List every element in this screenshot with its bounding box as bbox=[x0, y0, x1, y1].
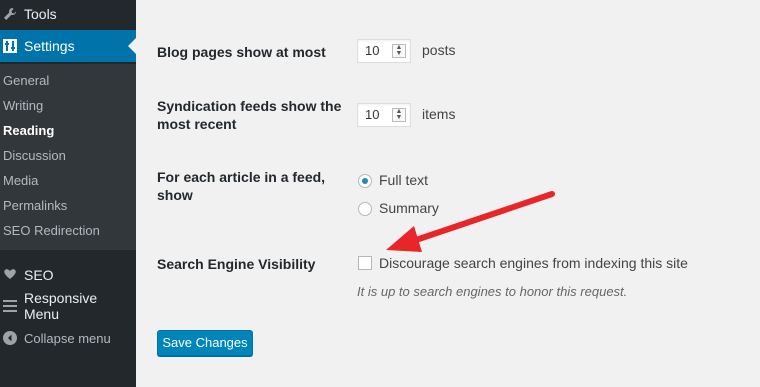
submenu-seo-redirection[interactable]: SEO Redirection bbox=[0, 218, 136, 243]
submenu-discussion[interactable]: Discussion bbox=[0, 143, 136, 168]
seo-icon bbox=[0, 268, 20, 282]
settings-icon bbox=[0, 39, 20, 53]
hamburger-icon bbox=[0, 300, 20, 312]
annotation-arrow-icon bbox=[386, 191, 555, 252]
syndication-label-line1: Syndication feeds show the bbox=[157, 98, 342, 114]
blog-pages-label: Blog pages show at most bbox=[157, 44, 326, 60]
spinner-icon[interactable]: ▲ ▼ bbox=[392, 44, 406, 58]
blog-pages-value: 10 bbox=[365, 43, 380, 58]
submenu-reading[interactable]: Reading bbox=[0, 118, 136, 143]
blog-pages-unit: posts bbox=[422, 42, 456, 58]
collapse-menu[interactable]: Collapse menu bbox=[0, 322, 136, 354]
syndication-label-line2: most recent bbox=[157, 116, 237, 132]
wrench-icon bbox=[0, 7, 20, 21]
discourage-search-checkbox[interactable] bbox=[358, 256, 372, 270]
menu-settings-label: Settings bbox=[24, 38, 75, 54]
submenu-permalinks[interactable]: Permalinks bbox=[0, 193, 136, 218]
menu-responsive-menu[interactable]: Responsive Menu bbox=[0, 290, 136, 322]
summary-radio[interactable] bbox=[358, 202, 372, 216]
syndication-unit: items bbox=[422, 106, 456, 122]
menu-seo-label: SEO bbox=[24, 267, 54, 283]
blog-pages-input[interactable]: 10 ▲ ▼ bbox=[357, 39, 411, 63]
submenu-writing[interactable]: Writing bbox=[0, 93, 136, 118]
save-changes-button[interactable]: Save Changes bbox=[157, 330, 253, 356]
menu-settings[interactable]: Settings bbox=[0, 30, 136, 62]
admin-sidebar: Tools Settings General Writing Reading D… bbox=[0, 0, 136, 387]
syndication-value: 10 bbox=[365, 107, 380, 122]
collapse-label: Collapse menu bbox=[24, 330, 111, 346]
submenu-general[interactable]: General bbox=[0, 68, 136, 93]
menu-tools[interactable]: Tools bbox=[0, 0, 136, 30]
menu-responsive-label: Responsive Menu bbox=[23, 290, 98, 322]
feed-label-line2: show bbox=[157, 187, 193, 203]
menu-seo[interactable]: SEO bbox=[0, 259, 136, 291]
visibility-label: Search Engine Visibility bbox=[157, 256, 316, 272]
submenu-media[interactable]: Media bbox=[0, 168, 136, 193]
menu-tools-label: Tools bbox=[24, 6, 57, 22]
feed-label-line1: For each article in a feed, bbox=[157, 169, 326, 185]
syndication-input[interactable]: 10 ▲ ▼ bbox=[357, 103, 411, 127]
full-text-radio[interactable] bbox=[358, 174, 372, 188]
collapse-icon bbox=[0, 331, 20, 345]
spinner-icon[interactable]: ▲ ▼ bbox=[392, 108, 406, 122]
current-menu-arrow bbox=[128, 38, 136, 54]
settings-submenu: General Writing Reading Discussion Media… bbox=[0, 64, 136, 250]
visibility-description: It is up to search engines to honor this… bbox=[357, 284, 628, 299]
